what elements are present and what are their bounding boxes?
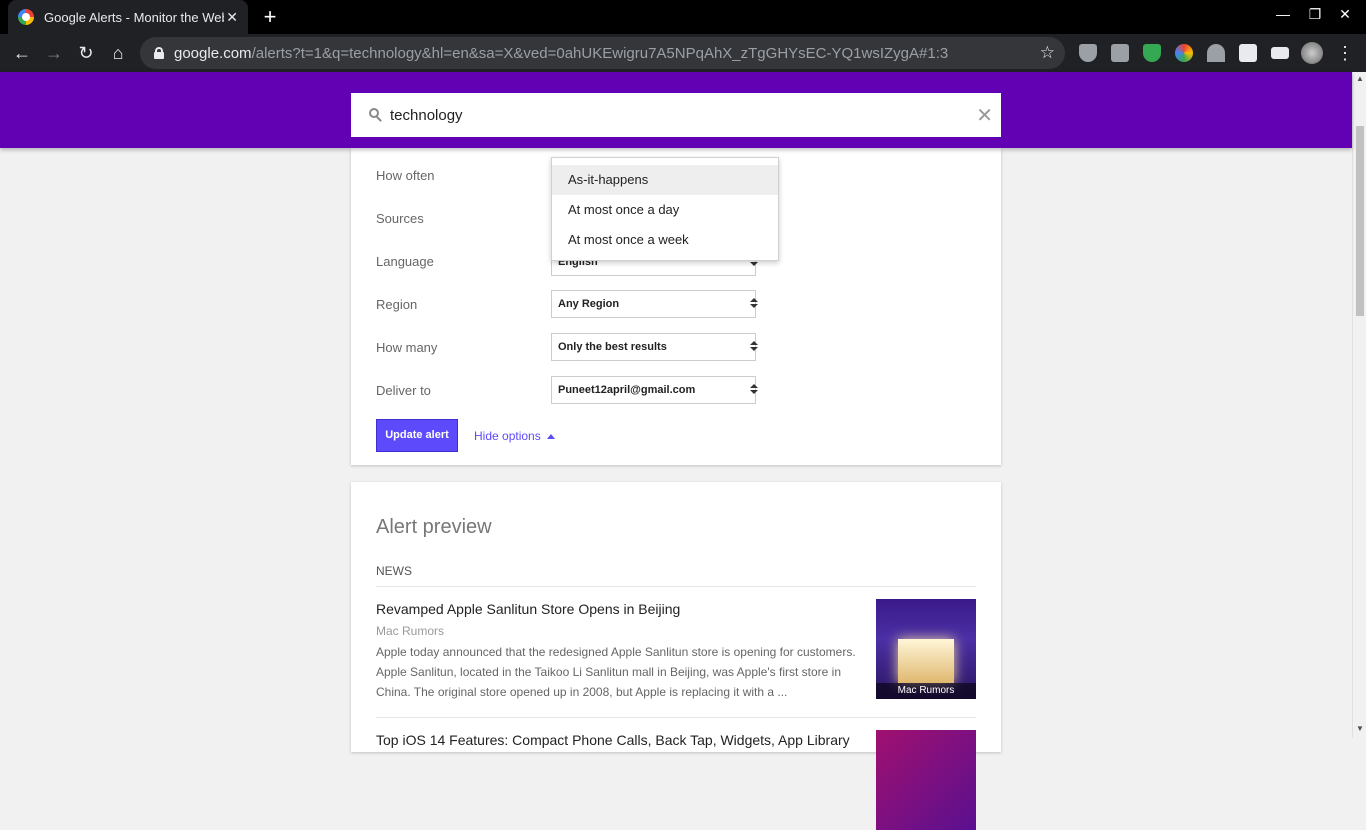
scroll-thumb[interactable]: [1356, 126, 1364, 316]
color-extension-icon[interactable]: [1175, 44, 1193, 62]
tab-close-icon[interactable]: ✕: [226, 9, 238, 26]
divider: [376, 586, 976, 587]
new-tab-button[interactable]: +: [258, 4, 282, 30]
scroll-down-icon[interactable]: ▼: [1356, 724, 1364, 733]
dropdown-option-as-it-happens[interactable]: As-it-happens: [552, 165, 778, 195]
hide-options-link[interactable]: Hide options: [474, 429, 555, 443]
google-favicon-icon: [18, 9, 34, 25]
article-snippet: Apple today announced that the redesigne…: [376, 645, 856, 699]
article-source: Mac Rumors: [376, 624, 445, 638]
article-title[interactable]: Revamped Apple Sanlitun Store Opens in B…: [376, 601, 680, 617]
page-scrollbar[interactable]: ▲ ▼: [1352, 72, 1366, 738]
deliver-to-select[interactable]: Puneet12april@gmail.com: [551, 376, 758, 404]
how-many-label: How many: [376, 340, 438, 355]
bookmark-star-icon[interactable]: ☆: [1040, 43, 1055, 63]
green-shield-extension-icon[interactable]: [1143, 44, 1161, 62]
media-queue-icon[interactable]: [1271, 47, 1289, 59]
preview-title: Alert preview: [376, 516, 492, 538]
shield-extension-icon[interactable]: [1079, 44, 1097, 62]
arc-extension-icon[interactable]: [1207, 44, 1225, 62]
news-section-label: NEWS: [376, 564, 412, 578]
update-alert-button[interactable]: Update alert: [376, 419, 458, 452]
window-close-icon[interactable]: ✕: [1330, 6, 1360, 23]
deliver-to-value: Puneet12april@gmail.com: [558, 384, 696, 396]
browser-toolbar: ← → ↻ ⌂ google.com/alerts?t=1&q=technolo…: [0, 34, 1366, 72]
home-icon[interactable]: ⌂: [106, 41, 130, 65]
dropdown-option-once-a-day[interactable]: At most once a day: [552, 195, 778, 225]
hide-options-label: Hide options: [474, 429, 541, 443]
thumbnail-caption: Mac Rumors: [876, 683, 976, 699]
region-value: Any Region: [558, 298, 620, 310]
clear-search-icon[interactable]: ✕: [976, 103, 993, 128]
puzzle-extensions-icon[interactable]: [1239, 44, 1257, 62]
app-header: technology ✕: [0, 72, 1352, 148]
minimize-icon[interactable]: —: [1268, 6, 1298, 22]
language-label: Language: [376, 254, 434, 269]
alert-search-box[interactable]: technology ✕: [351, 93, 1001, 137]
how-often-dropdown[interactable]: As-it-happens At most once a day At most…: [551, 157, 779, 261]
article-thumbnail[interactable]: [876, 730, 976, 830]
scroll-up-icon[interactable]: ▲: [1356, 74, 1364, 83]
sources-label: Sources: [376, 211, 424, 226]
store-building-image: [898, 639, 954, 683]
divider: [376, 717, 976, 718]
search-input[interactable]: technology: [390, 107, 463, 124]
dropdown-option-once-a-week[interactable]: At most once a week: [552, 225, 778, 255]
search-icon: [369, 108, 383, 122]
how-many-value: Only the best results: [558, 341, 667, 353]
deliver-to-label: Deliver to: [376, 383, 431, 398]
how-often-label: How often: [376, 168, 435, 183]
back-icon[interactable]: ←: [10, 41, 34, 65]
restore-icon[interactable]: ❐: [1300, 6, 1330, 23]
profile-avatar[interactable]: [1301, 42, 1323, 64]
url-text[interactable]: google.com/alerts?t=1&q=technology&hl=en…: [174, 45, 948, 62]
reload-icon[interactable]: ↻: [74, 41, 98, 65]
browser-tab[interactable]: Google Alerts - Monitor the Web ✕: [8, 0, 248, 34]
caret-up-icon: [546, 434, 555, 440]
url-host: google.com: [174, 44, 252, 62]
article-title[interactable]: Top iOS 14 Features: Compact Phone Calls…: [376, 732, 850, 748]
r-extension-icon[interactable]: [1111, 44, 1129, 62]
article-thumbnail[interactable]: Mac Rumors: [876, 599, 976, 699]
browser-tab-bar: Google Alerts - Monitor the Web ✕ + — ❐ …: [0, 0, 1366, 34]
menu-kebab-icon[interactable]: ⋮: [1333, 41, 1357, 65]
tab-title: Google Alerts - Monitor the Web: [44, 9, 224, 25]
address-bar[interactable]: google.com/alerts?t=1&q=technology&hl=en…: [140, 37, 1065, 69]
forward-icon[interactable]: →: [42, 41, 66, 65]
alert-preview-card: Alert preview NEWS Revamped Apple Sanlit…: [351, 482, 1001, 830]
region-label: Region: [376, 297, 418, 312]
how-many-select[interactable]: Only the best results: [551, 333, 758, 361]
url-path: /alerts?t=1&q=technology&hl=en&sa=X&ved=…: [251, 44, 949, 62]
lock-icon: [154, 47, 164, 59]
region-select[interactable]: Any Region: [551, 290, 758, 318]
